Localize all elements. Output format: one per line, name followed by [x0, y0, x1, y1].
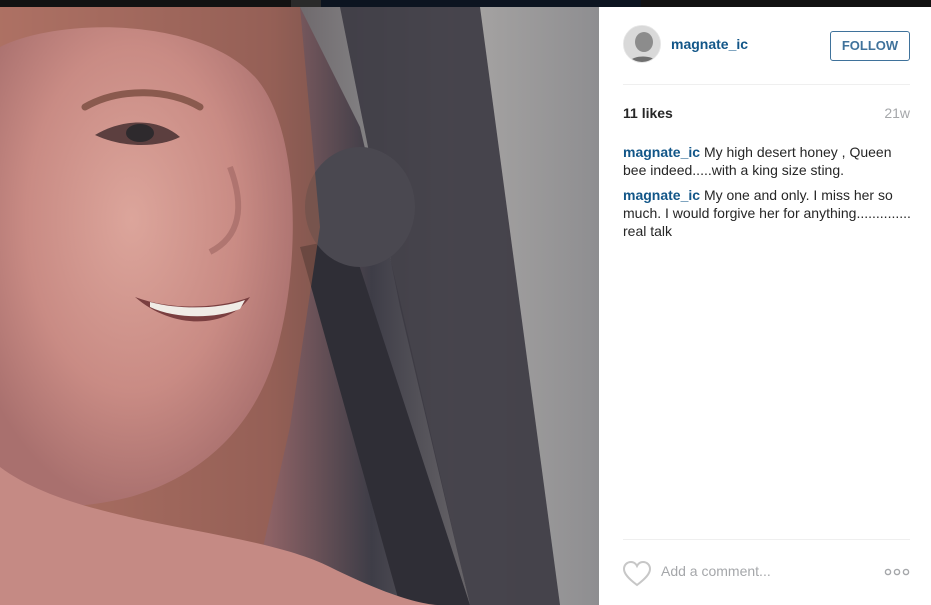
divider: [623, 84, 910, 85]
post-photo[interactable]: [0, 7, 599, 605]
post-username[interactable]: magnate_ic: [671, 36, 748, 52]
avatar[interactable]: [623, 25, 661, 63]
comment-bar: Add a comment...: [623, 555, 910, 591]
post-sidebar: magnate_ic FOLLOW 11 likes 21w magnate_i…: [599, 7, 931, 605]
add-comment-input[interactable]: Add a comment...: [661, 563, 771, 579]
post-age[interactable]: 21w: [884, 105, 910, 121]
likes-count[interactable]: 11 likes: [623, 105, 673, 121]
follow-button[interactable]: FOLLOW: [830, 31, 910, 61]
post-header: magnate_ic FOLLOW: [623, 25, 910, 65]
comment-username[interactable]: magnate_ic: [623, 187, 700, 203]
photo-illustration: [0, 7, 599, 605]
divider: [623, 539, 910, 540]
avatar-image: [624, 26, 660, 62]
comment-item: magnate_ic My high desert honey , Queen …: [623, 143, 913, 179]
top-strip-segment: [321, 0, 641, 7]
comments-list: magnate_ic My high desert honey , Queen …: [623, 143, 913, 247]
top-strip: [0, 0, 931, 7]
comment-item: magnate_ic My one and only. I miss her s…: [623, 186, 913, 240]
more-options-icon[interactable]: [884, 567, 910, 577]
top-strip-segment: [291, 0, 321, 7]
comment-username[interactable]: magnate_ic: [623, 144, 700, 160]
heart-icon[interactable]: [623, 561, 651, 587]
